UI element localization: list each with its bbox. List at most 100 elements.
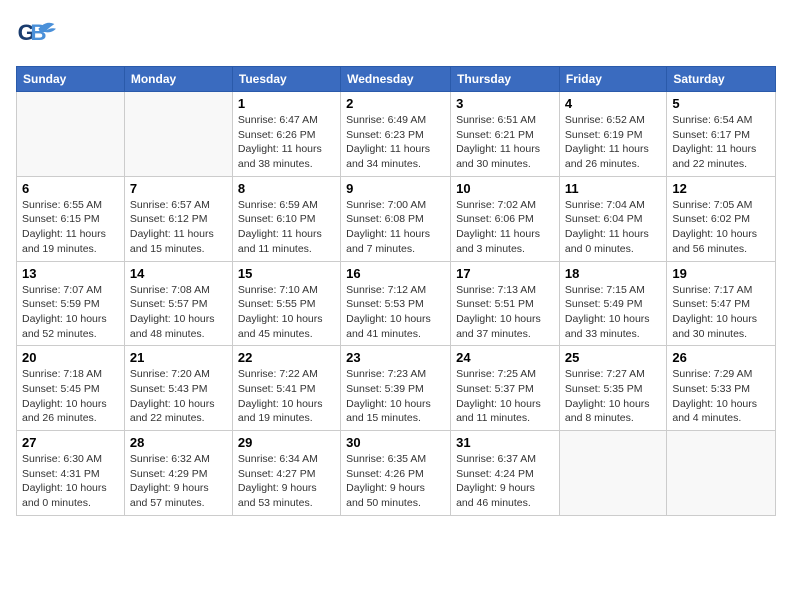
day-number: 1 bbox=[238, 96, 335, 111]
calendar-cell: 31 Sunrise: 6:37 AM Sunset: 4:24 PM Dayli… bbox=[451, 431, 560, 516]
day-info: Sunrise: 6:59 AM Sunset: 6:10 PM Dayligh… bbox=[238, 198, 335, 257]
weekday-header: Wednesday bbox=[341, 67, 451, 92]
day-info: Sunrise: 7:02 AM Sunset: 6:06 PM Dayligh… bbox=[456, 198, 554, 257]
day-info: Sunrise: 6:51 AM Sunset: 6:21 PM Dayligh… bbox=[456, 113, 554, 172]
calendar-cell bbox=[559, 431, 666, 516]
day-number: 12 bbox=[672, 181, 770, 196]
day-number: 15 bbox=[238, 266, 335, 281]
calendar-table: SundayMondayTuesdayWednesdayThursdayFrid… bbox=[16, 66, 776, 516]
calendar-cell: 15 Sunrise: 7:10 AM Sunset: 5:55 PM Dayli… bbox=[232, 261, 340, 346]
calendar-cell: 19 Sunrise: 7:17 AM Sunset: 5:47 PM Dayli… bbox=[667, 261, 776, 346]
calendar-cell: 16Sunrise: 7:12 AM Sunset: 5:53 PM Dayli… bbox=[341, 261, 451, 346]
day-number: 17 bbox=[456, 266, 554, 281]
day-info: Sunrise: 7:08 AM Sunset: 5:57 PM Dayligh… bbox=[130, 283, 227, 342]
calendar-week-row: 1 Sunrise: 6:47 AM Sunset: 6:26 PM Daylig… bbox=[17, 92, 776, 177]
day-number: 27 bbox=[22, 435, 119, 450]
day-info: Sunrise: 6:54 AM Sunset: 6:17 PM Dayligh… bbox=[672, 113, 770, 172]
calendar-cell: 17 Sunrise: 7:13 AM Sunset: 5:51 PM Dayli… bbox=[451, 261, 560, 346]
day-info: Sunrise: 6:35 AM Sunset: 4:26 PM Dayligh… bbox=[346, 452, 445, 511]
day-info: Sunrise: 7:00 AM Sunset: 6:08 PM Dayligh… bbox=[346, 198, 445, 257]
day-info: Sunrise: 6:55 AM Sunset: 6:15 PM Dayligh… bbox=[22, 198, 119, 257]
calendar-cell: 20 Sunrise: 7:18 AM Sunset: 5:45 PM Dayli… bbox=[17, 346, 125, 431]
calendar-cell: 10 Sunrise: 7:02 AM Sunset: 6:06 PM Dayli… bbox=[451, 176, 560, 261]
day-number: 20 bbox=[22, 350, 119, 365]
day-info: Sunrise: 6:57 AM Sunset: 6:12 PM Dayligh… bbox=[130, 198, 227, 257]
calendar-cell bbox=[667, 431, 776, 516]
day-info: Sunrise: 6:32 AM Sunset: 4:29 PM Dayligh… bbox=[130, 452, 227, 511]
day-info: Sunrise: 7:05 AM Sunset: 6:02 PM Dayligh… bbox=[672, 198, 770, 257]
calendar-cell: 24Sunrise: 7:25 AM Sunset: 5:37 PM Dayli… bbox=[451, 346, 560, 431]
weekday-header: Friday bbox=[559, 67, 666, 92]
calendar-cell: 5 Sunrise: 6:54 AM Sunset: 6:17 PM Daylig… bbox=[667, 92, 776, 177]
weekday-header: Monday bbox=[124, 67, 232, 92]
day-info: Sunrise: 7:04 AM Sunset: 6:04 PM Dayligh… bbox=[565, 198, 661, 257]
calendar-cell: 22Sunrise: 7:22 AM Sunset: 5:41 PM Dayli… bbox=[232, 346, 340, 431]
day-info: Sunrise: 6:30 AM Sunset: 4:31 PM Dayligh… bbox=[22, 452, 119, 511]
calendar-week-row: 20 Sunrise: 7:18 AM Sunset: 5:45 PM Dayli… bbox=[17, 346, 776, 431]
day-number: 24 bbox=[456, 350, 554, 365]
calendar-cell: 3 Sunrise: 6:51 AM Sunset: 6:21 PM Daylig… bbox=[451, 92, 560, 177]
weekday-header: Saturday bbox=[667, 67, 776, 92]
day-info: Sunrise: 6:52 AM Sunset: 6:19 PM Dayligh… bbox=[565, 113, 661, 172]
day-number: 7 bbox=[130, 181, 227, 196]
calendar-cell: 11 Sunrise: 7:04 AM Sunset: 6:04 PM Dayli… bbox=[559, 176, 666, 261]
day-info: Sunrise: 7:07 AM Sunset: 5:59 PM Dayligh… bbox=[22, 283, 119, 342]
day-number: 19 bbox=[672, 266, 770, 281]
day-number: 5 bbox=[672, 96, 770, 111]
calendar-cell: 14 Sunrise: 7:08 AM Sunset: 5:57 PM Dayli… bbox=[124, 261, 232, 346]
logo: G B bbox=[16, 16, 60, 56]
calendar-cell: 12 Sunrise: 7:05 AM Sunset: 6:02 PM Dayli… bbox=[667, 176, 776, 261]
day-number: 26 bbox=[672, 350, 770, 365]
day-number: 25 bbox=[565, 350, 661, 365]
day-info: Sunrise: 7:23 AM Sunset: 5:39 PM Dayligh… bbox=[346, 367, 445, 426]
day-info: Sunrise: 7:15 AM Sunset: 5:49 PM Dayligh… bbox=[565, 283, 661, 342]
weekday-header: Thursday bbox=[451, 67, 560, 92]
day-number: 2 bbox=[346, 96, 445, 111]
calendar-cell: 27 Sunrise: 6:30 AM Sunset: 4:31 PM Dayli… bbox=[17, 431, 125, 516]
calendar-cell: 26Sunrise: 7:29 AM Sunset: 5:33 PM Dayli… bbox=[667, 346, 776, 431]
day-info: Sunrise: 7:22 AM Sunset: 5:41 PM Dayligh… bbox=[238, 367, 335, 426]
day-number: 21 bbox=[130, 350, 227, 365]
day-number: 3 bbox=[456, 96, 554, 111]
calendar-cell: 4 Sunrise: 6:52 AM Sunset: 6:19 PM Daylig… bbox=[559, 92, 666, 177]
day-number: 28 bbox=[130, 435, 227, 450]
calendar-header-row: SundayMondayTuesdayWednesdayThursdayFrid… bbox=[17, 67, 776, 92]
day-number: 31 bbox=[456, 435, 554, 450]
calendar-cell: 13 Sunrise: 7:07 AM Sunset: 5:59 PM Dayli… bbox=[17, 261, 125, 346]
day-number: 6 bbox=[22, 181, 119, 196]
calendar-cell bbox=[17, 92, 125, 177]
day-number: 11 bbox=[565, 181, 661, 196]
day-info: Sunrise: 7:18 AM Sunset: 5:45 PM Dayligh… bbox=[22, 367, 119, 426]
calendar-cell: 2 Sunrise: 6:49 AM Sunset: 6:23 PM Daylig… bbox=[341, 92, 451, 177]
calendar-cell: 30Sunrise: 6:35 AM Sunset: 4:26 PM Dayli… bbox=[341, 431, 451, 516]
day-number: 8 bbox=[238, 181, 335, 196]
calendar-cell: 28 Sunrise: 6:32 AM Sunset: 4:29 PM Dayli… bbox=[124, 431, 232, 516]
day-info: Sunrise: 7:13 AM Sunset: 5:51 PM Dayligh… bbox=[456, 283, 554, 342]
day-number: 23 bbox=[346, 350, 445, 365]
calendar-cell: 21Sunrise: 7:20 AM Sunset: 5:43 PM Dayli… bbox=[124, 346, 232, 431]
calendar-cell: 1 Sunrise: 6:47 AM Sunset: 6:26 PM Daylig… bbox=[232, 92, 340, 177]
day-number: 29 bbox=[238, 435, 335, 450]
day-number: 14 bbox=[130, 266, 227, 281]
calendar-cell: 6 Sunrise: 6:55 AM Sunset: 6:15 PM Daylig… bbox=[17, 176, 125, 261]
weekday-header: Tuesday bbox=[232, 67, 340, 92]
weekday-header: Sunday bbox=[17, 67, 125, 92]
logo-icon: G B bbox=[16, 16, 56, 56]
day-number: 10 bbox=[456, 181, 554, 196]
calendar-cell: 7 Sunrise: 6:57 AM Sunset: 6:12 PM Daylig… bbox=[124, 176, 232, 261]
day-info: Sunrise: 6:34 AM Sunset: 4:27 PM Dayligh… bbox=[238, 452, 335, 511]
day-info: Sunrise: 7:17 AM Sunset: 5:47 PM Dayligh… bbox=[672, 283, 770, 342]
day-info: Sunrise: 6:49 AM Sunset: 6:23 PM Dayligh… bbox=[346, 113, 445, 172]
day-number: 18 bbox=[565, 266, 661, 281]
day-info: Sunrise: 7:10 AM Sunset: 5:55 PM Dayligh… bbox=[238, 283, 335, 342]
day-number: 4 bbox=[565, 96, 661, 111]
day-number: 16 bbox=[346, 266, 445, 281]
calendar-cell bbox=[124, 92, 232, 177]
day-info: Sunrise: 6:37 AM Sunset: 4:24 PM Dayligh… bbox=[456, 452, 554, 511]
calendar-cell: 29 Sunrise: 6:34 AM Sunset: 4:27 PM Dayli… bbox=[232, 431, 340, 516]
day-number: 13 bbox=[22, 266, 119, 281]
svg-text:B: B bbox=[30, 20, 46, 45]
day-info: Sunrise: 6:47 AM Sunset: 6:26 PM Dayligh… bbox=[238, 113, 335, 172]
calendar-cell: 25Sunrise: 7:27 AM Sunset: 5:35 PM Dayli… bbox=[559, 346, 666, 431]
calendar-week-row: 13 Sunrise: 7:07 AM Sunset: 5:59 PM Dayli… bbox=[17, 261, 776, 346]
